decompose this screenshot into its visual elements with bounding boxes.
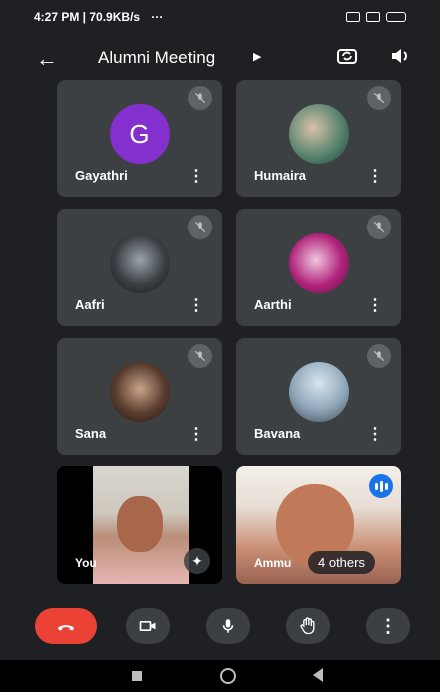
more-vert-icon[interactable]: ⋮ — [188, 298, 204, 314]
self-video-face — [117, 496, 163, 552]
avatar — [288, 362, 349, 422]
more-vert-icon[interactable]: ⋮ — [367, 298, 383, 314]
battery-icon — [386, 12, 406, 22]
participant-tile-humaira[interactable]: Humaira ⋮ — [236, 80, 401, 197]
system-nav-bar — [0, 660, 440, 692]
avatar — [288, 233, 349, 293]
title-chevron-icon[interactable]: ▶ — [253, 50, 261, 63]
more-vert-icon[interactable]: ⋮ — [367, 427, 383, 443]
mic-off-icon — [367, 215, 391, 239]
video-camera-icon — [139, 621, 156, 631]
more-options-button[interactable]: ⋮ — [366, 608, 410, 644]
participant-tile-sana[interactable]: Sana ⋮ — [57, 338, 222, 455]
avatar — [109, 233, 170, 293]
mic-off-icon — [367, 86, 391, 110]
more-vert-icon[interactable]: ⋮ — [188, 169, 204, 185]
mic-off-icon — [188, 215, 212, 239]
participant-tile-gayathri[interactable]: G Gayathri ⋮ — [57, 80, 222, 197]
call-controls: ⋮ — [0, 600, 440, 656]
home-icon[interactable] — [220, 668, 236, 684]
signal-icon-2 — [366, 12, 380, 22]
participant-name: Gayathri — [75, 168, 128, 183]
participant-name: Aarthi — [254, 297, 292, 312]
mic-off-icon — [188, 86, 212, 110]
nav-back-icon[interactable] — [313, 668, 323, 682]
participant-tile-aarthi[interactable]: Aarthi ⋮ — [236, 209, 401, 326]
hand-icon — [300, 617, 315, 635]
speaker-label: Ammu — [254, 556, 292, 570]
app-bar: ← Alumni Meeting ▶ — [0, 36, 440, 80]
participant-tile-aafri[interactable]: Aafri ⋮ — [57, 209, 222, 326]
participant-tile-bavana[interactable]: Bavana ⋮ — [236, 338, 401, 455]
others-count-pill[interactable]: 4 others — [308, 551, 375, 574]
participant-name: Bavana — [254, 426, 301, 441]
camera-button[interactable] — [126, 608, 170, 644]
avatar — [288, 104, 349, 164]
self-label: You — [75, 556, 97, 570]
raise-hand-button[interactable] — [286, 608, 330, 644]
microphone-button[interactable] — [206, 608, 250, 644]
signal-icon — [346, 12, 360, 22]
avatar: G — [109, 104, 170, 164]
status-bar: 4:27 PM | 70.9KB/s ··· — [0, 0, 440, 34]
end-call-button[interactable] — [35, 608, 97, 644]
mic-icon — [222, 619, 234, 633]
more-vert-icon[interactable]: ⋮ — [188, 427, 204, 443]
effects-sparkle-icon[interactable]: ✦ — [184, 548, 210, 574]
more-vert-icon[interactable]: ⋮ — [367, 169, 383, 185]
self-video-tile[interactable]: You ✦ — [57, 466, 222, 584]
mic-off-icon — [188, 344, 212, 368]
status-left: 4:27 PM | 70.9KB/s ··· — [34, 10, 163, 24]
mic-off-icon — [367, 344, 391, 368]
meeting-title[interactable]: Alumni Meeting — [98, 48, 215, 68]
recents-icon[interactable] — [132, 671, 142, 681]
speaker-icon[interactable] — [388, 44, 412, 68]
status-time: 4:27 PM | 70.9KB/s — [34, 10, 141, 24]
speaking-indicator-icon — [369, 474, 393, 498]
avatar — [109, 362, 170, 422]
status-right — [346, 12, 406, 22]
participant-name: Aafri — [75, 297, 105, 312]
switch-camera-icon[interactable] — [335, 44, 359, 68]
participant-name: Sana — [75, 426, 107, 441]
participant-name: Humaira — [254, 168, 307, 183]
hang-up-icon — [57, 625, 75, 631]
status-extra: ··· — [151, 10, 164, 24]
back-arrow-icon[interactable]: ← — [36, 46, 58, 72]
speaker-video-tile[interactable]: Ammu 4 others — [236, 466, 401, 584]
